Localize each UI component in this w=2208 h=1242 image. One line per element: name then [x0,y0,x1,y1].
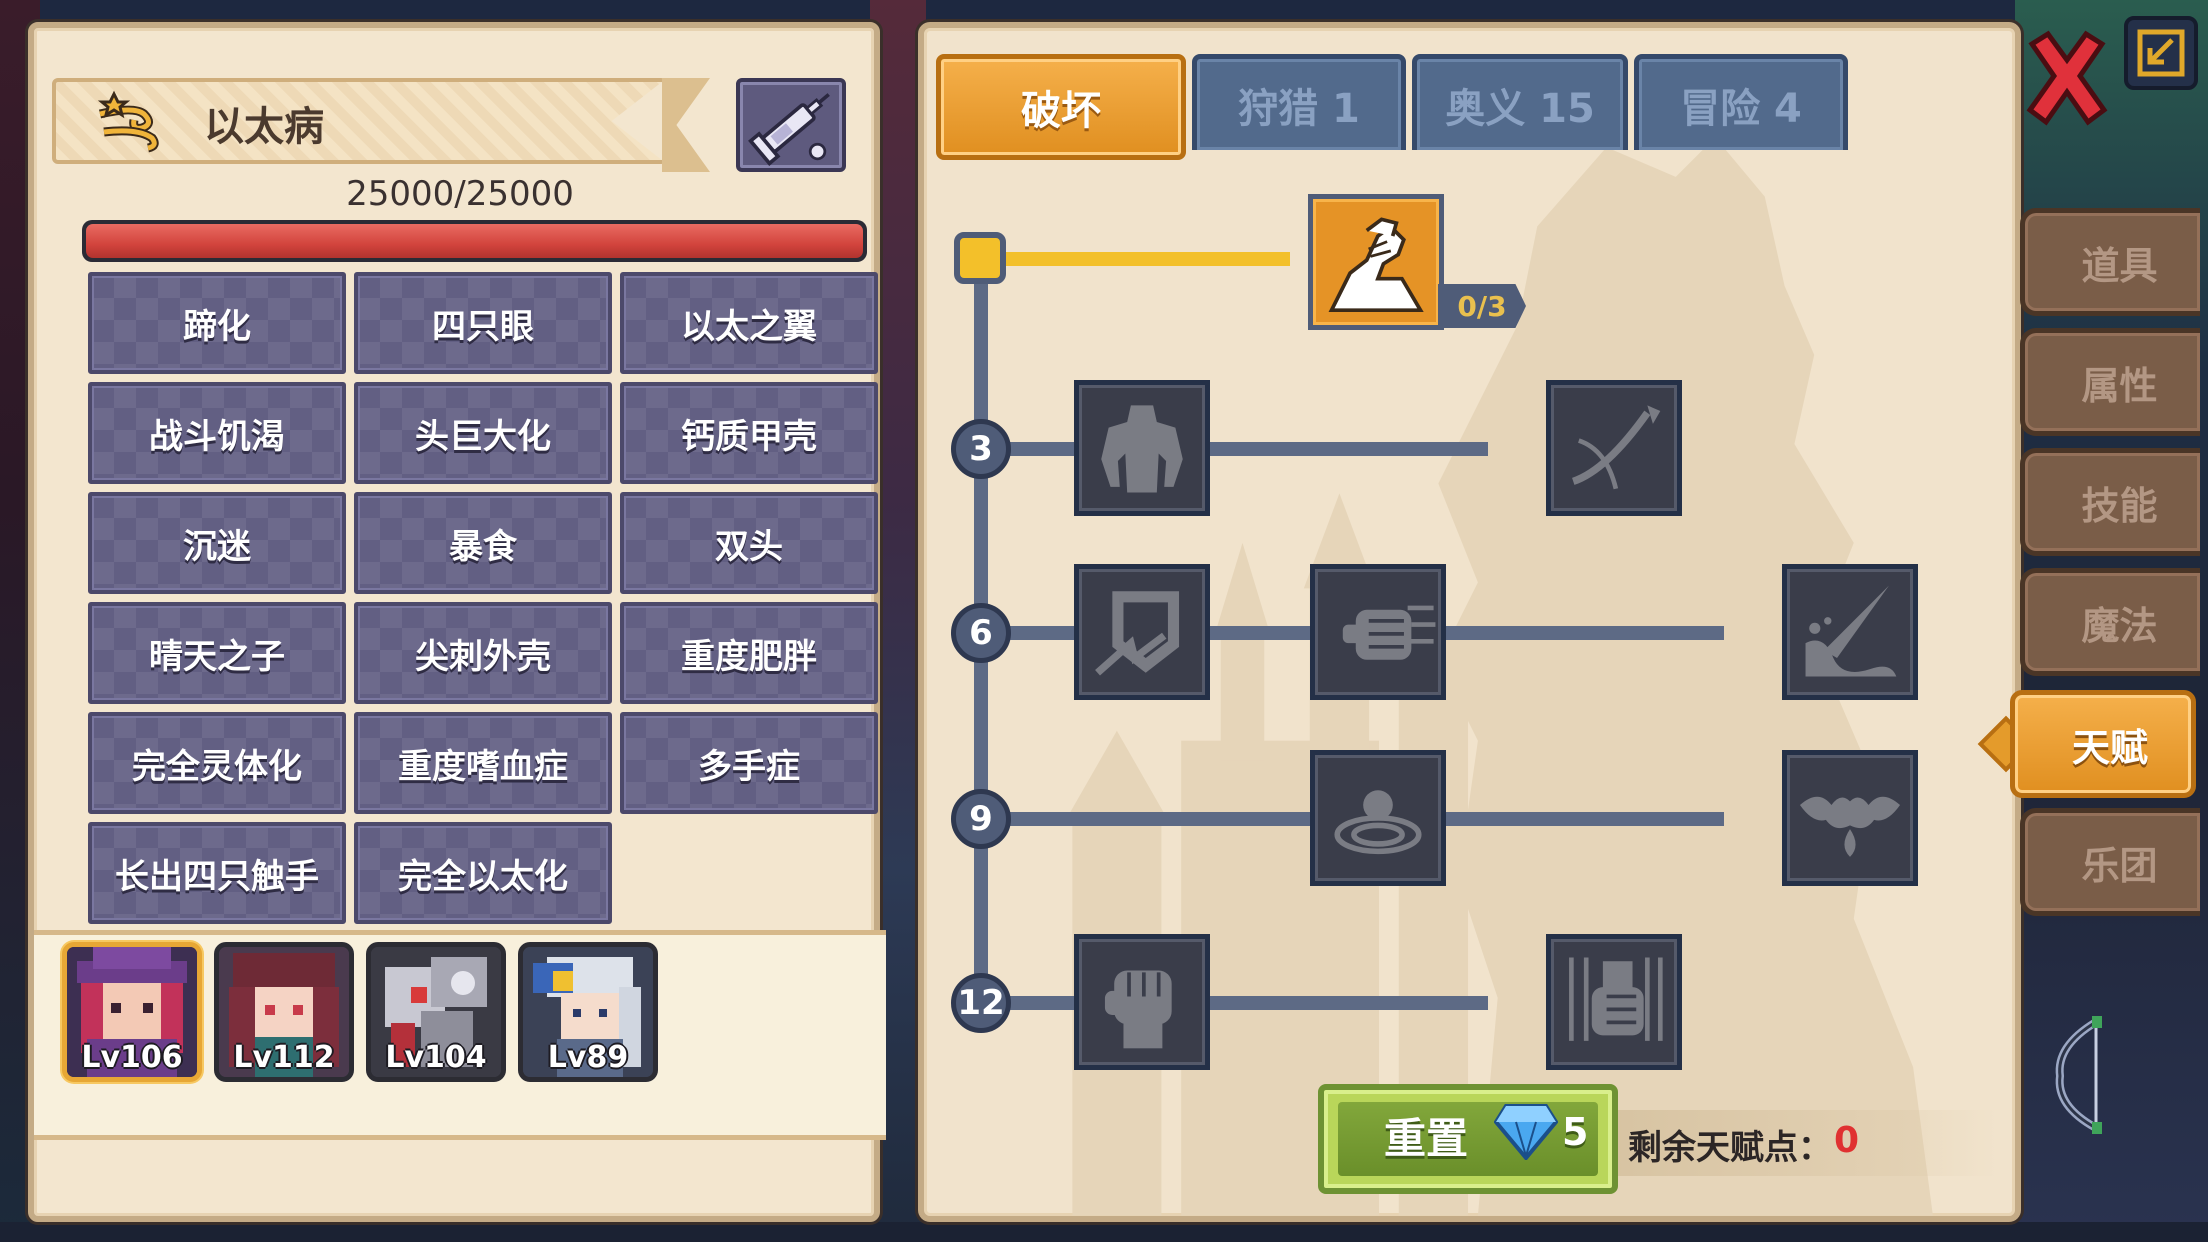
talent-tier3-left[interactable] [1074,380,1210,516]
party-list: Lv106 Lv112 Lv104 Lv89 [62,942,658,1082]
talent-arm-wrestle[interactable] [1308,194,1444,330]
trait-item[interactable]: 完全灵体化 [88,712,346,814]
trait-item[interactable]: 蹄化 [88,272,346,374]
tab-destroy[interactable]: 破坏 [936,54,1186,160]
disease-title: 以太病 [204,104,324,150]
fist-icon [1104,970,1172,1049]
trait-item[interactable]: 四只眼 [354,272,612,374]
syringe-button[interactable] [736,78,846,172]
trait-grid: 蹄化 四只眼 以太之翼 战斗饥渴 头巨大化 钙质甲壳 沉迷 暴食 双头 晴天之子… [88,272,878,924]
menu-items[interactable]: 道具 [2020,208,2200,316]
trait-item[interactable]: 钙质甲壳 [620,382,878,484]
trait-item[interactable]: 战斗饥渴 [88,382,346,484]
bow-icon[interactable] [2046,1016,2130,1134]
menu-attributes[interactable]: 属性 [2020,328,2200,436]
close-icon[interactable] [2022,30,2112,126]
arrow-slash-icon [1571,405,1661,490]
hero-level: Lv106 [81,1040,183,1075]
tab-hunt[interactable]: 狩猎 1 [1192,54,1406,150]
banner-tail [662,78,710,172]
diamond-icon [1494,1104,1558,1160]
game-backdrop-bottom [0,1222,2208,1242]
tier-3-line [988,442,1488,456]
hero-portrait-4[interactable]: Lv89 [518,942,658,1082]
menu-band[interactable]: 乐团 [2020,808,2200,916]
tier-12-line [988,996,1488,1010]
tier-marker-3: 3 [951,419,1011,479]
talent-tier12-left[interactable] [1074,934,1210,1070]
ripple-icon [1334,790,1422,855]
minimize-button[interactable] [2124,16,2198,90]
tab-adventure[interactable]: 冒险 4 [1634,54,1848,150]
bat-drop-icon [1799,796,1901,857]
menu-magic[interactable]: 魔法 [2020,568,2200,676]
trait-item[interactable]: 头巨大化 [354,382,612,484]
shield-break-icon [1095,591,1180,676]
trait-item[interactable]: 多手症 [620,712,878,814]
talent-tier9-middle[interactable] [1310,750,1446,886]
talent-tier9-right[interactable] [1782,750,1918,886]
unlocked-line [980,252,1290,266]
muscle-body-icon [1101,405,1183,493]
trait-item[interactable]: 重度肥胖 [620,602,878,704]
hero-portrait-1[interactable]: Lv106 [62,942,202,1082]
trait-item[interactable]: 双头 [620,492,878,594]
talent-tier3-right[interactable] [1546,380,1682,516]
hero-level: Lv112 [233,1040,335,1075]
ether-wind-icon [97,90,159,153]
tier-marker-6: 6 [951,603,1011,663]
hero-level: Lv89 [547,1040,629,1075]
arm-wrestle-icon [1328,217,1424,313]
talent-tier12-right[interactable] [1546,934,1682,1070]
menu-skills[interactable]: 技能 [2020,448,2200,556]
trait-item[interactable]: 沉迷 [88,492,346,594]
collapse-icon [2137,29,2185,77]
talent-tier6-right[interactable] [1782,564,1918,700]
fist-dash-icon [1342,605,1436,660]
tree-start-marker [954,232,1006,284]
hp-bar [82,220,867,262]
remaining-points-label: 剩余天赋点： [1628,1128,1832,1168]
remaining-points-value: 0 [1834,1120,1860,1161]
menu-talent[interactable]: 天赋 [2010,690,2196,798]
blood-slash-icon [1805,585,1897,677]
hero-level: Lv104 [385,1040,487,1075]
trait-item[interactable]: 晴天之子 [88,602,346,704]
trait-item[interactable]: 完全以太化 [354,822,612,924]
tier-marker-12: 12 [951,973,1011,1033]
tab-mystic[interactable]: 奥义 15 [1412,54,1628,150]
trait-item[interactable]: 暴食 [354,492,612,594]
talent-progress-badge: 0/3 [1438,284,1526,328]
talent-tier6-middle[interactable] [1310,564,1446,700]
reset-cost: 5 [1562,1110,1589,1154]
reset-label: 重置 [1384,1114,1469,1163]
trait-item[interactable]: 以太之翼 [620,272,878,374]
hero-portrait-3[interactable]: Lv104 [366,942,506,1082]
hero-portrait-2[interactable]: Lv112 [214,942,354,1082]
trait-item[interactable]: 重度嗜血症 [354,712,612,814]
fist-strike-icon [1569,957,1663,1041]
hp-bar-fill [86,224,863,258]
tier-marker-9: 9 [951,789,1011,849]
hp-value: 25000/25000 [346,174,574,214]
trait-item[interactable]: 长出四只触手 [88,822,346,924]
trait-item[interactable]: 尖刺外壳 [354,602,612,704]
talent-panel: 破坏 狩猎 1 奥义 15 冒险 4 3 6 9 12 0/3 [918,22,2021,1222]
syringe-icon [748,93,830,166]
talent-tier6-left[interactable] [1074,564,1210,700]
